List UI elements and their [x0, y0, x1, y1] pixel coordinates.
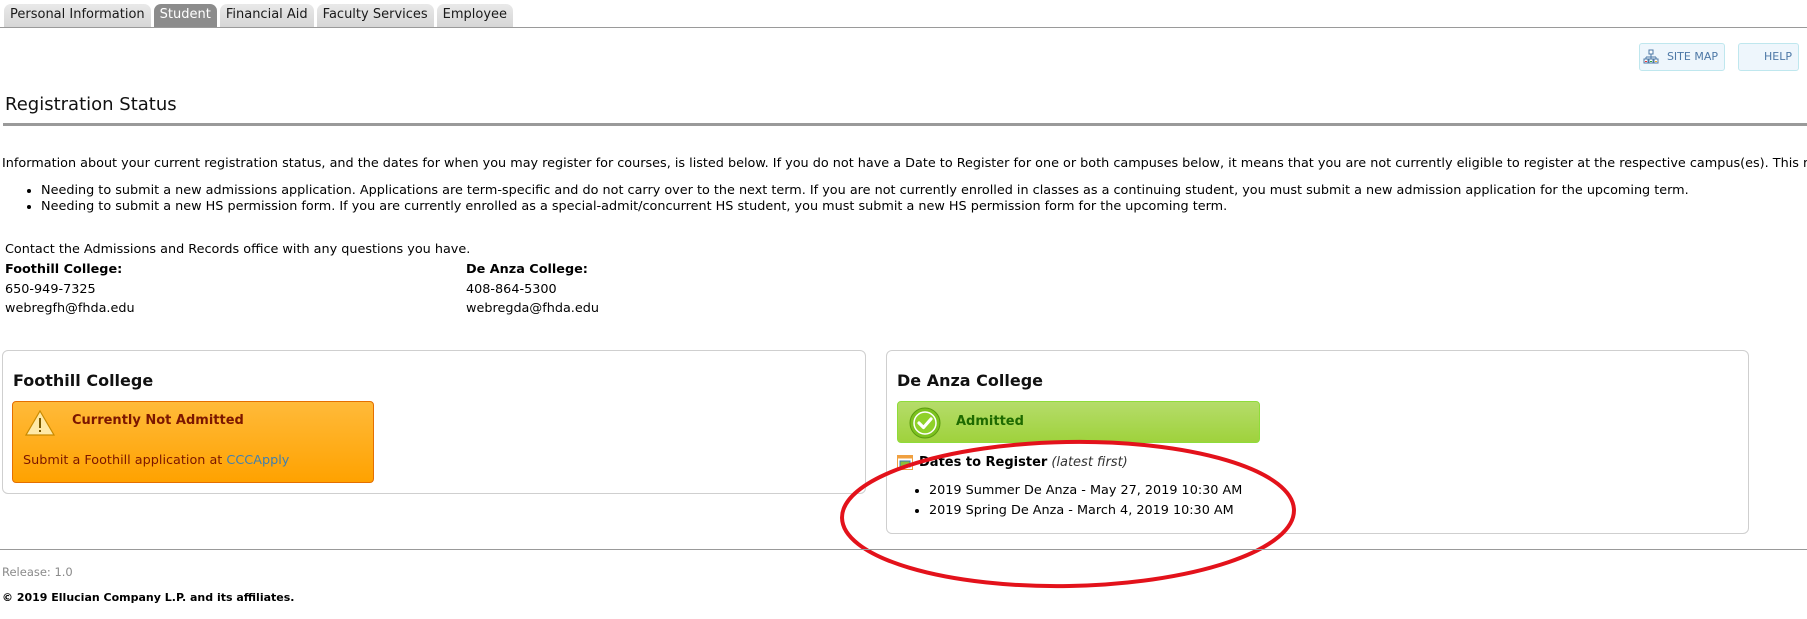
- help-button[interactable]: HELP: [1738, 43, 1799, 71]
- contact-intro: Contact the Admissions and Records offic…: [5, 242, 471, 257]
- tab-student[interactable]: Student: [153, 4, 217, 27]
- cccapply-link[interactable]: CCCApply: [226, 453, 289, 468]
- tabs-divider: [0, 27, 1807, 28]
- dates-heading-label: Dates to Register: [919, 455, 1048, 470]
- not-admitted-status: Currently Not Admitted: [72, 413, 244, 428]
- deanza-contact: De Anza College: 408-864-5300 webregda@f…: [466, 260, 599, 319]
- foothill-email: webregfh@fhda.edu: [5, 301, 135, 316]
- copyright: © 2019 Ellucian Company L.P. and its aff…: [2, 591, 295, 604]
- sitemap-icon: [1643, 49, 1659, 64]
- warning-icon: [25, 410, 55, 436]
- dates-heading: Dates to Register (latest first): [897, 455, 1128, 470]
- foothill-contact: Foothill College: 650-949-7325 webregfh@…: [5, 260, 135, 319]
- foothill-phone: 650-949-7325: [5, 281, 96, 297]
- footer-divider: [0, 549, 1807, 550]
- info-text: Information about your current registrat…: [2, 156, 1807, 171]
- calendar-icon: [897, 455, 913, 470]
- title-divider: [3, 123, 1807, 126]
- not-admitted-alert: Currently Not Admitted Submit a Foothill…: [12, 401, 374, 483]
- site-map-label: SITE MAP: [1666, 50, 1718, 63]
- tab-personal-information[interactable]: Personal Information: [4, 4, 151, 27]
- apply-message: Submit a Foothill application at CCCAppl…: [23, 453, 289, 468]
- register-date-item: 2019 Summer De Anza - May 27, 2019 10:30…: [929, 481, 1242, 501]
- help-label: HELP: [1764, 50, 1792, 63]
- deanza-email: webregda@fhda.edu: [466, 301, 599, 316]
- reason-item: Needing to submit a new admissions appli…: [41, 183, 1689, 199]
- deanza-contact-name: De Anza College:: [466, 262, 588, 277]
- main-tabs: Personal Information Student Financial A…: [4, 4, 514, 27]
- reasons-list: Needing to submit a new admissions appli…: [23, 183, 1689, 214]
- tab-faculty-services[interactable]: Faculty Services: [316, 4, 434, 27]
- register-dates-list: 2019 Summer De Anza - May 27, 2019 10:30…: [915, 481, 1242, 521]
- admitted-alert: Admitted: [897, 401, 1260, 443]
- dates-heading-note: (latest first): [1051, 455, 1128, 470]
- deanza-phone: 408-864-5300: [466, 281, 557, 297]
- apply-message-text: Submit a Foothill application at: [23, 453, 227, 468]
- register-date-item: 2019 Spring De Anza - March 4, 2019 10:3…: [929, 501, 1242, 521]
- site-map-button[interactable]: SITE MAP: [1639, 43, 1725, 71]
- deanza-card-title: De Anza College: [897, 371, 1044, 390]
- check-circle-icon: [909, 407, 941, 439]
- deanza-card: De Anza College Admitted Dates to Regist…: [886, 350, 1749, 534]
- page-title: Registration Status: [5, 94, 177, 115]
- tab-financial-aid[interactable]: Financial Aid: [219, 4, 314, 27]
- reason-item: Needing to submit a new HS permission fo…: [41, 199, 1689, 215]
- release-version: Release: 1.0: [2, 565, 73, 579]
- foothill-contact-name: Foothill College:: [5, 262, 123, 277]
- tab-employee[interactable]: Employee: [436, 4, 514, 27]
- foothill-card: Foothill College Currently Not Admitted …: [2, 350, 866, 494]
- foothill-card-title: Foothill College: [13, 371, 154, 390]
- admitted-status: Admitted: [956, 414, 1024, 429]
